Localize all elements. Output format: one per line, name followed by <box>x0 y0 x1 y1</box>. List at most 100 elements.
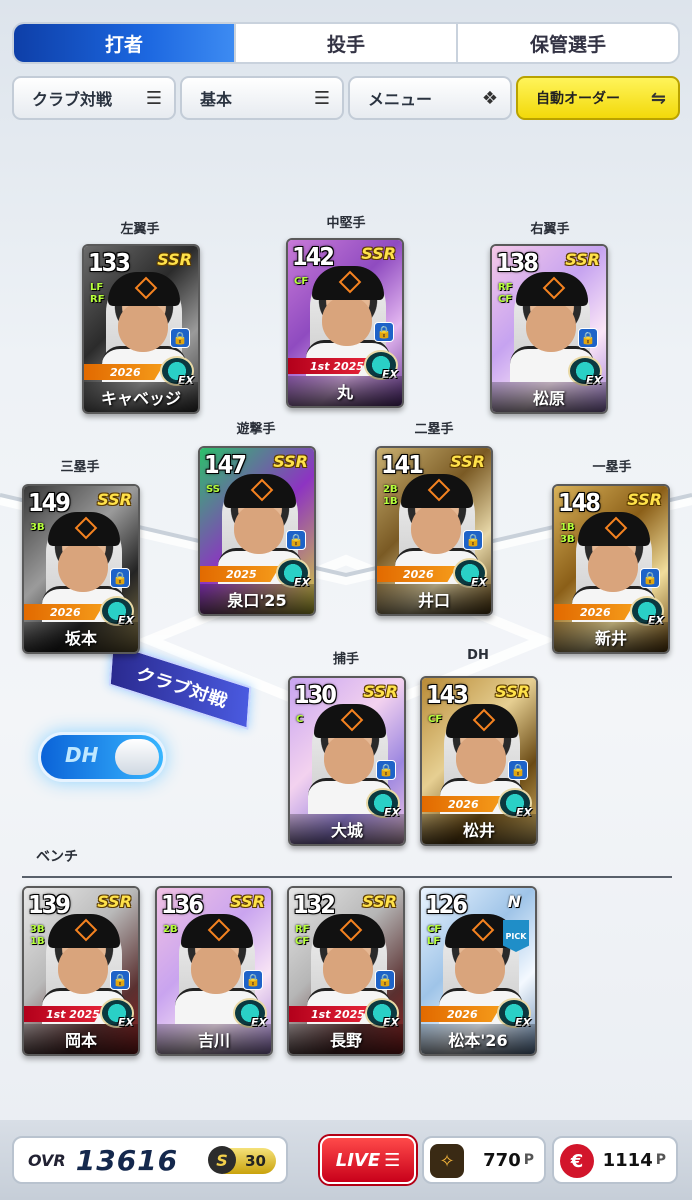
rarity-badge: SSR <box>230 892 265 911</box>
points-1-value: 770 <box>483 1149 521 1171</box>
rarity-badge: SSR <box>565 250 600 269</box>
rarity-badge: SSR <box>361 244 396 263</box>
rarity-badge: SSR <box>157 250 192 269</box>
year-band: 2026 <box>554 604 634 620</box>
card-positions: 3B <box>30 522 45 533</box>
player-name: 丸 <box>288 376 402 406</box>
player-card[interactable]: 139 3B 1B SSR 🔒 1st 2025 EX 岡本 <box>22 886 140 1056</box>
player-name: 吉川 <box>157 1024 271 1054</box>
rarity-badge: SSR <box>627 490 662 509</box>
hamburger-icon: ☰ <box>313 87 330 109</box>
live-button[interactable]: LIVE ☰ <box>320 1136 416 1184</box>
menu-label: メニュー <box>368 90 433 109</box>
player-face <box>324 734 374 784</box>
player-face <box>234 504 284 554</box>
s-rank-badge: S 30 <box>208 1146 276 1174</box>
player-card[interactable]: 133 LF RF SSR 🔒 2026 EX キャベッジ <box>82 244 200 414</box>
card-ovr: 132 <box>293 890 336 919</box>
player-card[interactable]: 132 RF CF SSR 🔒 1st 2025 EX 長野 <box>287 886 405 1056</box>
card-positions: 3B 1B <box>30 924 45 947</box>
card-ovr: 148 <box>558 488 601 517</box>
basic-button[interactable]: 基本 ☰ <box>180 76 344 120</box>
player-card[interactable]: 126 CF LF N PICK 2026 EX 松本'26 <box>419 886 537 1056</box>
card-positions: 2B <box>163 924 178 935</box>
ovr-value: 13616 <box>75 1143 179 1177</box>
card-positions: RF CF <box>498 282 513 305</box>
points-1-unit: P <box>523 1152 534 1168</box>
year-band: 1st 2025 <box>289 1006 369 1022</box>
pos-label-3b: 三塁手 <box>60 460 100 475</box>
card-ovr: 126 <box>425 890 468 919</box>
tab-batters[interactable]: 打者 <box>14 24 234 62</box>
dh-toggle[interactable]: DH <box>38 732 166 782</box>
lock-icon: 🔒 <box>376 760 396 780</box>
year-band: 2026 <box>84 364 164 380</box>
year-band: 2026 <box>421 1006 501 1022</box>
bench-label: ベンチ <box>36 849 78 865</box>
pos-label-dh: DH <box>467 648 489 663</box>
player-face <box>58 542 108 592</box>
card-ovr: 143 <box>426 680 469 709</box>
player-face <box>322 296 372 346</box>
rarity-badge: SSR <box>495 682 530 701</box>
rarity-badge: N <box>507 892 521 911</box>
menu-button[interactable]: メニュー ❖ <box>348 76 512 120</box>
rarity-badge: SSR <box>97 490 132 509</box>
lock-icon: 🔒 <box>243 970 263 990</box>
auto-order-label: 自動オーダー <box>536 91 620 107</box>
pos-label-1b: 一塁手 <box>592 460 632 475</box>
lock-icon: 🔒 <box>640 568 660 588</box>
lock-icon: 🔒 <box>110 568 130 588</box>
player-card[interactable]: 148 1B 3B SSR 🔒 2026 EX 新井 <box>552 484 670 654</box>
player-face <box>323 944 373 994</box>
tab-pitchers[interactable]: 投手 <box>234 24 456 62</box>
player-name: 岡本 <box>24 1024 138 1054</box>
player-card[interactable]: 136 2B SSR 🔒 EX 吉川 <box>155 886 273 1056</box>
card-ovr: 130 <box>294 680 337 709</box>
player-card[interactable]: 149 3B SSR 🔒 2026 EX 坂本 <box>22 484 140 654</box>
auto-order-button[interactable]: 自動オーダー ⇋ <box>516 76 680 120</box>
menu-lines-icon: ☰ <box>384 1149 401 1171</box>
pick-badge: PICK <box>503 920 529 952</box>
card-ovr: 136 <box>161 890 204 919</box>
points-box-1[interactable]: ✧ 770 P <box>422 1136 546 1184</box>
card-ovr: 133 <box>88 248 131 277</box>
card-positions: CF LF <box>427 924 442 947</box>
lock-icon: 🔒 <box>170 328 190 348</box>
currency-e-icon: € <box>560 1144 594 1178</box>
rarity-badge: SSR <box>362 892 397 911</box>
basic-label: 基本 <box>200 90 233 109</box>
player-card[interactable]: 143 CF SSR 🔒 2026 EX 松井 <box>420 676 538 846</box>
tab-reserve[interactable]: 保管選手 <box>456 24 678 62</box>
year-band: 2026 <box>422 796 502 812</box>
player-name: 井口 <box>377 584 491 614</box>
player-name: 坂本 <box>24 622 138 652</box>
lock-icon: 🔒 <box>508 760 528 780</box>
player-card[interactable]: 147 SS SSR 🔒 2025 EX 泉口'25 <box>198 446 316 616</box>
swap-arrows-icon: ⇋ <box>650 87 666 109</box>
club-battle-button[interactable]: クラブ対戦 ☰ <box>12 76 176 120</box>
player-name: 長野 <box>289 1024 403 1054</box>
card-positions: SS <box>206 484 220 495</box>
lock-icon: 🔒 <box>578 328 598 348</box>
player-face <box>456 734 506 784</box>
diamond-grid-icon: ❖ <box>481 87 498 109</box>
player-name: 新井 <box>554 622 668 652</box>
player-face <box>588 542 638 592</box>
year-band: 2026 <box>377 566 457 582</box>
card-positions: CF <box>294 276 309 287</box>
card-ovr: 141 <box>381 450 424 479</box>
lock-icon: 🔒 <box>463 530 483 550</box>
dh-toggle-label: DH <box>65 743 99 767</box>
player-name: 泉口'25 <box>200 584 314 614</box>
player-card[interactable]: 138 RF CF SSR 🔒 EX 松原 <box>490 244 608 414</box>
player-card[interactable]: 142 CF SSR 🔒 1st 2025 EX 丸 <box>286 238 404 408</box>
player-card[interactable]: 141 2B 1B SSR 🔒 2026 EX 井口 <box>375 446 493 616</box>
lock-icon: 🔒 <box>286 530 306 550</box>
toggle-knob <box>115 739 159 775</box>
player-card[interactable]: 130 C SSR 🔒 EX 大城 <box>288 676 406 846</box>
points-box-2[interactable]: € 1114 P <box>552 1136 678 1184</box>
lock-icon: 🔒 <box>374 322 394 342</box>
year-band: 2026 <box>24 604 104 620</box>
player-face <box>411 504 461 554</box>
